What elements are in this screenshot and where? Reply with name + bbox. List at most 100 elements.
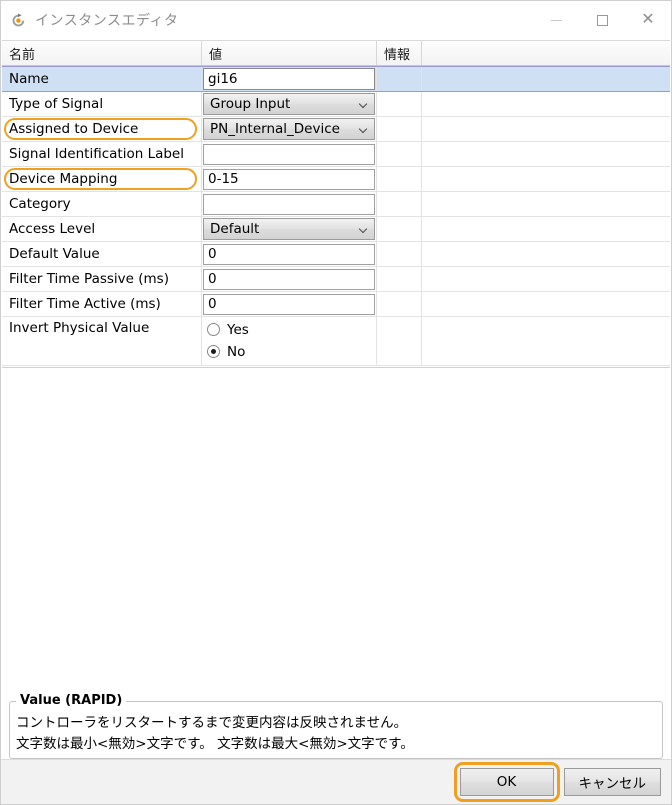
ok-button-slot: OK bbox=[460, 768, 554, 796]
row-spacer-cell bbox=[422, 217, 670, 241]
table-row[interactable]: Access Level Default bbox=[2, 217, 670, 242]
property-grid: 名前 値 情報 Name gi16 Type of Signal Group I… bbox=[2, 40, 670, 531]
row-name-cell: Category bbox=[2, 192, 202, 216]
table-row[interactable]: Name gi16 bbox=[2, 66, 670, 92]
table-row[interactable]: Filter Time Active (ms) 0 bbox=[2, 292, 670, 317]
info-line-1: コントローラをリスタートするまで変更内容は反映されません。 bbox=[16, 713, 655, 734]
signal-identification-label-input[interactable] bbox=[203, 144, 375, 165]
table-row[interactable]: Type of Signal Group Input bbox=[2, 92, 670, 117]
row-name-cell: Device Mapping bbox=[2, 167, 202, 191]
assigned-to-device-select[interactable]: PN_Internal_Device bbox=[203, 118, 375, 140]
minimize-button[interactable] bbox=[533, 1, 579, 39]
row-info-cell bbox=[377, 67, 422, 91]
row-label: Invert Physical Value bbox=[9, 317, 149, 340]
name-input[interactable]: gi16 bbox=[203, 68, 375, 90]
device-mapping-input[interactable]: 0-15 bbox=[203, 169, 375, 190]
row-info-cell bbox=[377, 242, 422, 266]
info-line-2: 文字数は最小<無効>文字です。 文字数は最大<無効>文字です。 bbox=[16, 734, 655, 755]
row-name-cell: Signal Identification Label bbox=[2, 142, 202, 166]
row-spacer-cell bbox=[422, 92, 670, 116]
row-name-cell: Access Level bbox=[2, 217, 202, 241]
row-name-cell: Type of Signal bbox=[2, 92, 202, 116]
grid-bottom-divider bbox=[2, 366, 670, 368]
row-value-cell bbox=[202, 142, 377, 166]
row-label: Device Mapping bbox=[9, 167, 117, 191]
window-controls: ✕ bbox=[533, 1, 671, 39]
table-row[interactable]: Assigned to Device PN_Internal_Device bbox=[2, 117, 670, 142]
type-of-signal-select[interactable]: Group Input bbox=[203, 93, 375, 115]
table-row[interactable]: Device Mapping 0-15 bbox=[2, 167, 670, 192]
row-info-cell bbox=[377, 317, 422, 365]
row-info-cell bbox=[377, 217, 422, 241]
row-info-cell bbox=[377, 267, 422, 291]
ok-button[interactable]: OK bbox=[460, 768, 554, 796]
radio-label: No bbox=[227, 344, 245, 360]
row-spacer-cell bbox=[422, 192, 670, 216]
row-value-cell bbox=[202, 192, 377, 216]
column-header-value[interactable]: 値 bbox=[202, 41, 377, 65]
row-spacer-cell bbox=[422, 117, 670, 141]
row-value-cell: 0 bbox=[202, 292, 377, 316]
row-name-cell: Assigned to Device bbox=[2, 117, 202, 141]
table-row[interactable]: Invert Physical Value Yes No bbox=[2, 317, 670, 366]
info-panel-title: Value (RAPID) bbox=[16, 693, 126, 708]
row-label: Filter Time Active (ms) bbox=[9, 292, 161, 316]
table-row[interactable]: Filter Time Passive (ms) 0 bbox=[2, 267, 670, 292]
row-name-cell: Name bbox=[2, 67, 202, 91]
row-spacer-cell bbox=[422, 317, 670, 365]
row-label: Assigned to Device bbox=[9, 117, 138, 141]
row-value-cell: 0 bbox=[202, 267, 377, 291]
table-row[interactable]: Category bbox=[2, 192, 670, 217]
row-label: Name bbox=[9, 67, 49, 91]
row-spacer-cell bbox=[422, 167, 670, 191]
maximize-button[interactable] bbox=[579, 1, 625, 39]
row-value-cell: Group Input bbox=[202, 92, 377, 116]
radio-icon bbox=[207, 323, 220, 336]
chevron-down-icon bbox=[359, 125, 368, 134]
row-spacer-cell bbox=[422, 267, 670, 291]
row-spacer-cell bbox=[422, 142, 670, 166]
title-bar: インスタンスエディタ ✕ bbox=[1, 1, 671, 40]
access-level-select[interactable]: Default bbox=[203, 218, 375, 240]
instance-editor-window: インスタンスエディタ ✕ 名前 値 情報 Name gi16 bbox=[0, 0, 672, 805]
row-label: Signal Identification Label bbox=[9, 142, 184, 166]
column-header-info[interactable]: 情報 bbox=[377, 41, 422, 65]
row-label: Type of Signal bbox=[9, 92, 103, 116]
select-value: Group Input bbox=[210, 96, 290, 112]
radio-option-no[interactable]: No bbox=[207, 342, 249, 361]
radio-icon bbox=[207, 345, 220, 358]
row-info-cell bbox=[377, 117, 422, 141]
info-panel: Value (RAPID) コントローラをリスタートするまで変更内容は反映されま… bbox=[9, 693, 663, 759]
cancel-button[interactable]: キャンセル bbox=[564, 768, 662, 796]
window-title: インスタンスエディタ bbox=[35, 10, 178, 30]
row-value-cell: PN_Internal_Device bbox=[202, 117, 377, 141]
column-header-name[interactable]: 名前 bbox=[2, 41, 202, 65]
table-row[interactable]: Default Value 0 bbox=[2, 242, 670, 267]
row-info-cell bbox=[377, 142, 422, 166]
cancel-button-slot: キャンセル bbox=[564, 768, 662, 796]
row-value-cell: gi16 bbox=[202, 67, 377, 91]
row-label: Filter Time Passive (ms) bbox=[9, 267, 169, 291]
radio-label: Yes bbox=[227, 322, 249, 338]
filter-time-active-input[interactable]: 0 bbox=[203, 294, 375, 315]
row-spacer-cell bbox=[422, 292, 670, 316]
info-panel-body: コントローラをリスタートするまで変更内容は反映されません。 文字数は最小<無効>… bbox=[16, 713, 655, 755]
row-spacer-cell bbox=[422, 242, 670, 266]
instance-editor-icon bbox=[10, 12, 27, 29]
row-value-cell: Default bbox=[202, 217, 377, 241]
close-button[interactable]: ✕ bbox=[625, 0, 671, 40]
grid-header-row: 名前 値 情報 bbox=[2, 40, 670, 66]
radio-option-yes[interactable]: Yes bbox=[207, 320, 249, 339]
row-info-cell bbox=[377, 292, 422, 316]
row-spacer-cell bbox=[422, 67, 670, 91]
default-value-input[interactable]: 0 bbox=[203, 244, 375, 265]
chevron-down-icon bbox=[359, 225, 368, 234]
row-value-cell: 0-15 bbox=[202, 167, 377, 191]
category-input[interactable] bbox=[203, 194, 375, 215]
filter-time-passive-input[interactable]: 0 bbox=[203, 269, 375, 290]
row-info-cell bbox=[377, 192, 422, 216]
invert-physical-value-radio-group: Yes No bbox=[202, 317, 249, 361]
row-name-cell: Filter Time Active (ms) bbox=[2, 292, 202, 316]
table-row[interactable]: Signal Identification Label bbox=[2, 142, 670, 167]
row-name-cell: Invert Physical Value bbox=[2, 317, 202, 365]
